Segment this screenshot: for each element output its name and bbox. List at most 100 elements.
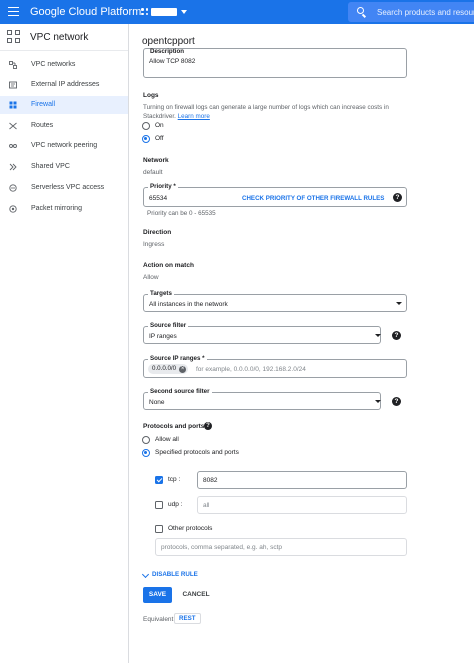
second-source-filter-help-icon[interactable]: ?	[392, 397, 401, 406]
vpc-network-icon	[7, 30, 21, 44]
top-app-bar: Google Cloud Platform Search products an…	[0, 0, 474, 24]
sidebar-header: VPC network	[0, 24, 128, 51]
logs-on-label: On	[155, 122, 164, 129]
logs-off-radio[interactable]	[142, 135, 150, 143]
source-filter-label: Source filter	[148, 322, 189, 329]
shared-vpc-icon	[9, 163, 17, 171]
logs-help-text: Turning on firewall logs can generate a …	[143, 104, 389, 120]
source-ip-ranges-field[interactable]: Source IP ranges * 0.0.0.0/0 × for examp…	[143, 355, 407, 378]
peering-icon	[9, 144, 17, 148]
firewall-icon	[9, 101, 17, 109]
search-placeholder: Search products and resources	[377, 8, 474, 17]
tcp-ports-value: 8082	[203, 477, 218, 484]
tcp-label: tcp :	[168, 476, 181, 483]
sidebar-item-routes[interactable]: Routes	[0, 117, 128, 135]
project-picker[interactable]	[141, 5, 191, 19]
chip-label: 0.0.0.0/0	[152, 365, 177, 372]
project-icon	[141, 8, 148, 15]
firewall-rule-form: opentcpport Description Allow TCP 8082 L…	[130, 24, 474, 663]
sidebar-item-shared-vpc[interactable]: Shared VPC	[0, 158, 128, 176]
action-value: Allow	[143, 274, 159, 281]
network-title: Network	[143, 157, 169, 164]
protocols-help-icon[interactable]: ?	[204, 422, 212, 430]
direction-value: Ingress	[143, 241, 165, 248]
other-protocols-checkbox[interactable]	[155, 525, 163, 533]
sidebar-item-serverless-vpc[interactable]: Serverless VPC access	[0, 179, 128, 197]
logs-off-label: Off	[155, 135, 164, 142]
external-ip-icon	[9, 81, 17, 89]
source-filter-help-icon[interactable]: ?	[392, 331, 401, 340]
targets-value: All instances in the network	[149, 301, 228, 308]
serverless-icon	[9, 184, 17, 192]
priority-field[interactable]: Priority * 65534 CHECK PRIORITY OF OTHER…	[143, 183, 407, 207]
sidebar: VPC network VPC networks External IP add…	[0, 24, 129, 663]
specified-protocols-label: Specified protocols and ports	[155, 449, 239, 456]
description-field[interactable]: Description Allow TCP 8082	[143, 48, 407, 78]
close-icon[interactable]: ×	[179, 365, 187, 373]
sidebar-item-label: Packet mirroring	[31, 205, 82, 212]
udp-ports-input[interactable]: all	[197, 496, 407, 514]
other-protocols-input[interactable]: protocols, comma separated, e.g. ah, sct…	[155, 538, 407, 556]
chevron-up-icon	[141, 570, 150, 579]
protocols-title: Protocols and ports	[143, 423, 205, 430]
sidebar-item-vpc-peering[interactable]: VPC network peering	[0, 137, 128, 155]
network-value: default	[143, 169, 163, 176]
sidebar-item-label: VPC networks	[31, 61, 76, 68]
udp-ports-placeholder: all	[203, 502, 210, 509]
other-protocols-placeholder: protocols, comma separated, e.g. ah, sct…	[161, 544, 283, 551]
tcp-checkbox[interactable]	[155, 476, 163, 484]
priority-value: 65534	[149, 195, 168, 202]
save-button[interactable]: SAVE	[143, 587, 172, 603]
second-source-filter-select[interactable]: Second source filter None	[143, 388, 381, 410]
routes-icon	[9, 122, 17, 130]
sidebar-item-vpc-networks[interactable]: VPC networks	[0, 56, 128, 74]
second-source-filter-label: Second source filter	[148, 388, 212, 395]
ip-range-chip[interactable]: 0.0.0.0/0 ×	[148, 364, 189, 374]
allow-all-radio[interactable]	[142, 436, 150, 444]
specified-protocols-radio[interactable]	[142, 449, 150, 457]
tcp-ports-input[interactable]: 8082	[197, 471, 407, 489]
sidebar-item-label: Firewall	[31, 101, 56, 108]
learn-more-link[interactable]: Learn more	[178, 113, 210, 120]
direction-title: Direction	[143, 229, 172, 236]
udp-label: udp :	[168, 501, 183, 508]
rest-button[interactable]: REST	[174, 613, 201, 624]
cancel-button[interactable]: CANCEL	[180, 587, 212, 603]
sidebar-item-label: Routes	[31, 122, 54, 129]
source-ip-ranges-label: Source IP ranges *	[148, 355, 207, 362]
vpc-networks-icon	[9, 61, 17, 69]
targets-select[interactable]: Targets All instances in the network	[143, 290, 407, 312]
sidebar-item-external-ip[interactable]: External IP addresses	[0, 76, 128, 94]
chevron-down-icon	[375, 334, 381, 337]
equivalent-label: Equivalent:	[143, 616, 176, 623]
disable-rule-toggle[interactable]: DISABLE RULE	[152, 571, 198, 578]
priority-help-icon[interactable]: ?	[393, 193, 402, 202]
priority-hint: Priority can be 0 - 65535	[147, 210, 216, 217]
check-priority-link[interactable]: CHECK PRIORITY OF OTHER FIREWALL RULES	[242, 195, 384, 202]
sidebar-item-packet-mirroring[interactable]: Packet mirroring	[0, 200, 128, 218]
hamburger-menu-icon[interactable]	[8, 7, 19, 16]
sidebar-title: VPC network	[30, 32, 89, 43]
chevron-down-icon	[375, 400, 381, 403]
packet-mirroring-icon	[9, 205, 17, 213]
logs-on-radio[interactable]	[142, 122, 150, 130]
description-value: Allow TCP 8082	[149, 58, 196, 65]
sidebar-item-firewall[interactable]: Firewall	[0, 96, 128, 114]
project-name-redacted	[151, 8, 177, 16]
second-source-filter-value: None	[149, 399, 165, 406]
source-filter-value: IP ranges	[149, 333, 177, 340]
priority-label: Priority *	[148, 183, 178, 190]
source-ip-placeholder: for example, 0.0.0.0/0, 192.168.2.0/24	[196, 366, 306, 373]
caret-down-icon	[181, 10, 187, 14]
chevron-down-icon	[396, 302, 402, 305]
source-filter-select[interactable]: Source filter IP ranges	[143, 322, 381, 344]
description-label: Description	[150, 48, 185, 55]
allow-all-label: Allow all	[155, 436, 179, 443]
brand-title[interactable]: Google Cloud Platform	[30, 6, 141, 18]
search-bar[interactable]: Search products and resources	[348, 2, 474, 22]
logs-title: Logs	[143, 92, 159, 99]
sidebar-item-label: VPC network peering	[31, 142, 98, 149]
udp-checkbox[interactable]	[155, 501, 163, 509]
sidebar-item-label: External IP addresses	[31, 81, 100, 88]
other-protocols-label: Other protocols	[168, 525, 213, 532]
